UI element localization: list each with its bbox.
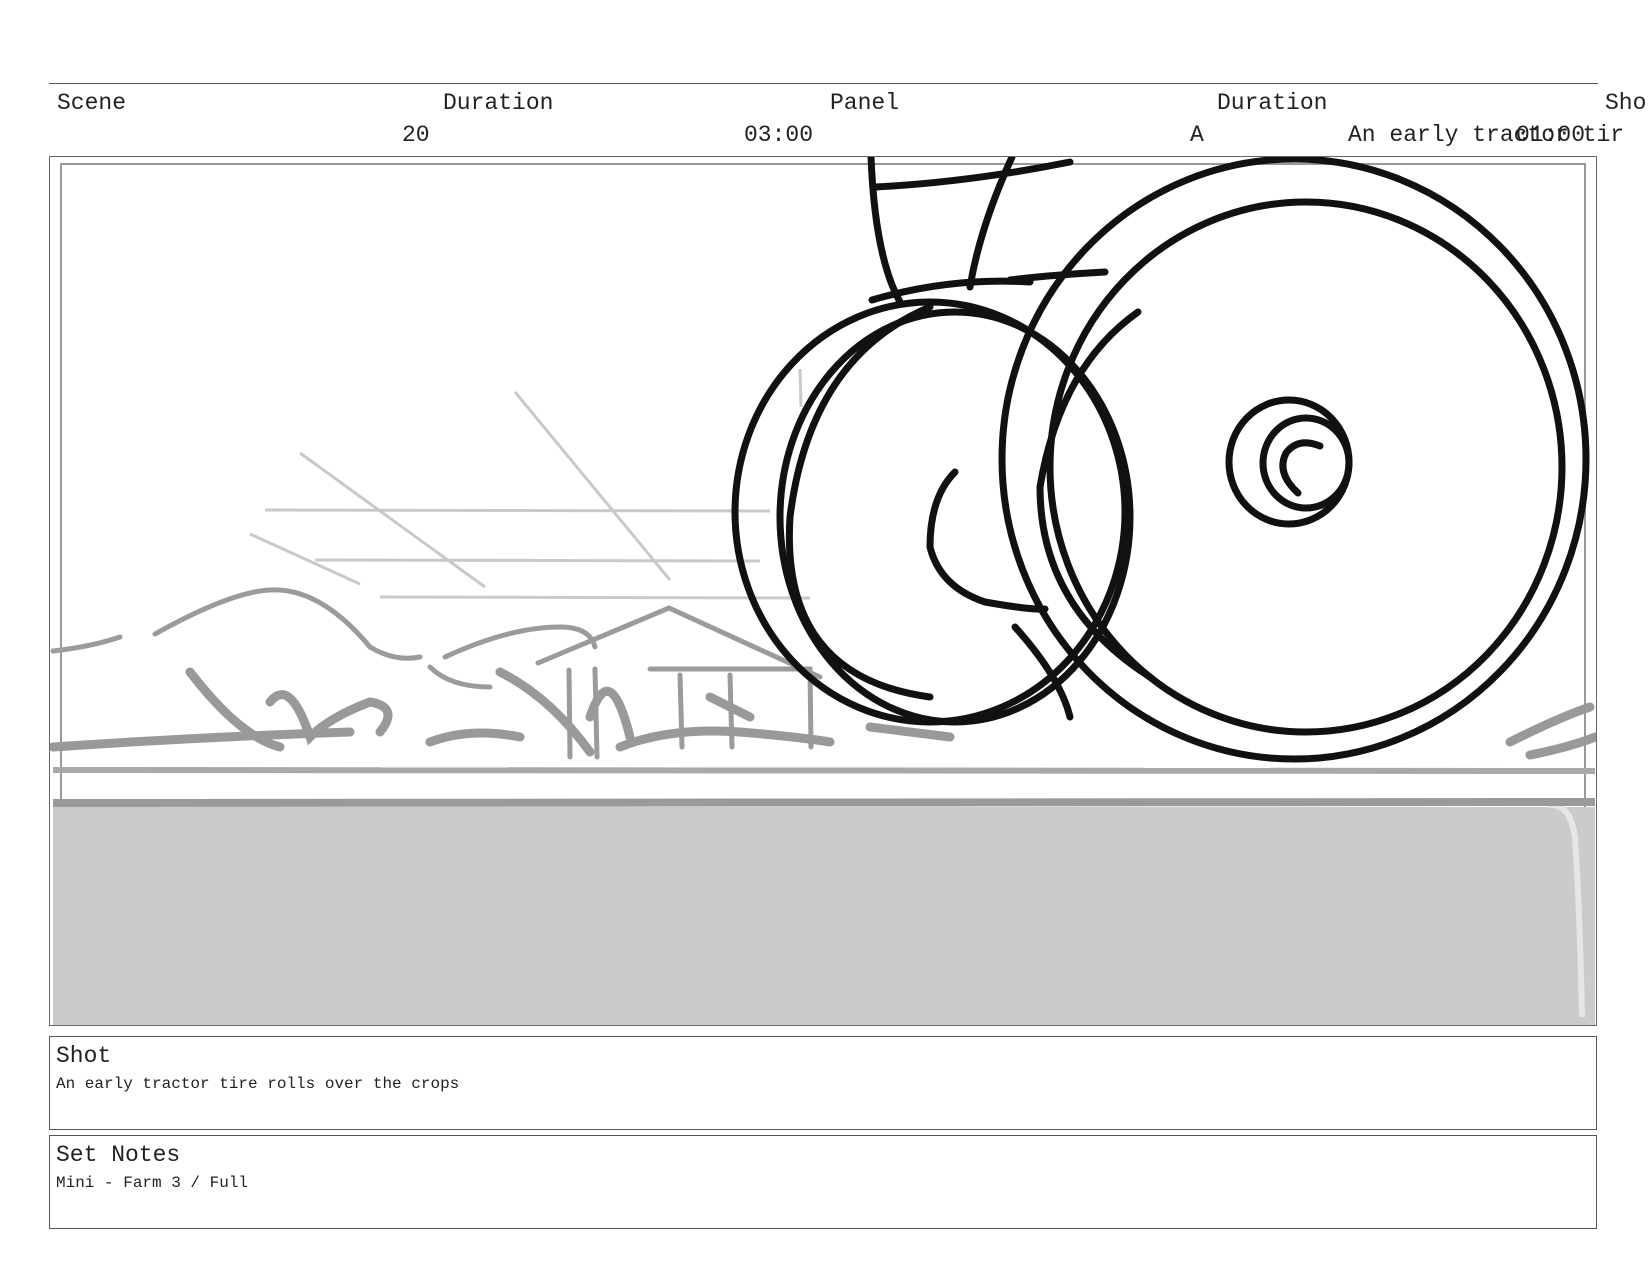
- set-notes-box: Set Notes Mini - Farm 3 / Full: [49, 1135, 1597, 1229]
- storyboard-sketch-icon: [50, 157, 1596, 1025]
- header-rule: [49, 83, 1598, 84]
- panel-duration-value: 01:00: [1516, 122, 1586, 148]
- scene-value: 20: [402, 122, 430, 148]
- set-notes-text: Mini - Farm 3 / Full: [56, 1174, 249, 1192]
- panel-label: Panel: [830, 90, 900, 116]
- scene-duration-label: Duration: [443, 90, 554, 116]
- panel-duration-label: Duration: [1217, 90, 1328, 116]
- set-notes-title: Set Notes: [56, 1142, 181, 1168]
- scene-duration-value: 03:00: [744, 122, 814, 148]
- panel-value: A: [1190, 122, 1204, 148]
- scene-label: Scene: [57, 90, 127, 116]
- shot-description: An early tractor tire rolls over the cro…: [56, 1075, 460, 1093]
- shot-label: Sho: [1605, 90, 1647, 116]
- shot-title: Shot: [56, 1043, 112, 1069]
- shot-box: Shot An early tractor tire rolls over th…: [49, 1036, 1597, 1130]
- storyboard-panel: [49, 156, 1597, 1026]
